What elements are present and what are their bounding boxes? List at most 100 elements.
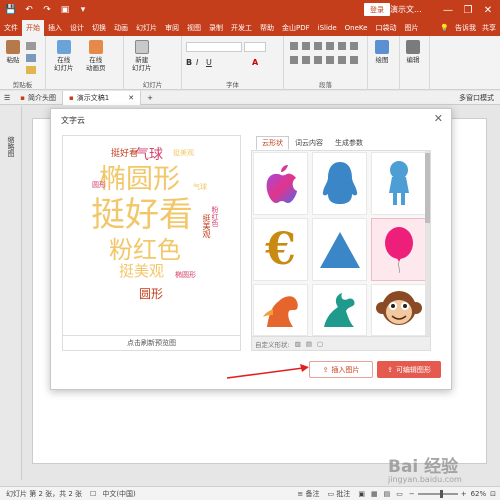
menu-tab[interactable]: 审阅 bbox=[161, 20, 183, 36]
minimize-button[interactable]: — bbox=[440, 2, 456, 18]
menu-tab[interactable]: 图片 bbox=[400, 20, 422, 36]
shape-monkey[interactable] bbox=[371, 284, 426, 336]
new-tab-icon[interactable]: + bbox=[141, 94, 159, 102]
girl-silhouette-icon bbox=[388, 160, 409, 205]
zoom-in-icon[interactable]: + bbox=[461, 490, 467, 498]
save-icon[interactable]: 💾 bbox=[4, 3, 18, 17]
edit-button[interactable]: 编辑 bbox=[406, 40, 420, 64]
normal-view-icon[interactable]: ▣ bbox=[358, 490, 365, 498]
balloon-icon bbox=[384, 226, 413, 273]
word-cloud-word: 圆形 bbox=[92, 181, 106, 189]
redo-icon[interactable]: ↷ bbox=[40, 3, 54, 17]
tab-close-icon[interactable]: ✕ bbox=[128, 94, 134, 102]
reading-view-icon[interactable]: ▤ bbox=[384, 490, 391, 498]
format-painter-icon[interactable] bbox=[26, 66, 36, 74]
shape-pegasus[interactable] bbox=[312, 284, 367, 336]
restore-button[interactable]: ❐ bbox=[460, 2, 476, 18]
shape-gallery-scroll-thumb[interactable] bbox=[425, 153, 430, 223]
word-cloud-word: 挺美观 bbox=[202, 214, 211, 238]
shape-horse[interactable] bbox=[253, 284, 308, 336]
menu-tab[interactable]: 幻灯片 bbox=[132, 20, 161, 36]
status-bar: 幻灯片 第 2 张，共 2 张 ☐ 中文(中国) ≡ 备注 ▭ 批注 ▣ ▦ ▤… bbox=[0, 486, 500, 500]
dialog-tabs: 云形状 词云内容 生成参数 bbox=[256, 136, 369, 150]
login-button[interactable]: 登录 bbox=[364, 3, 390, 16]
menu-tab[interactable]: iSlide bbox=[314, 20, 341, 36]
menu-tab[interactable]: 插入 bbox=[44, 20, 66, 36]
menu-tab[interactable]: 切换 bbox=[88, 20, 110, 36]
online-animation-icon bbox=[88, 40, 103, 54]
window-title: 演示文... bbox=[390, 5, 422, 14]
insert-icon: ⇪ bbox=[322, 365, 329, 374]
online-slides-button[interactable]: 在线 幻灯片 bbox=[54, 40, 74, 72]
shape-apple[interactable] bbox=[253, 152, 308, 215]
new-slide-button[interactable]: 新建 幻灯片 bbox=[132, 40, 152, 72]
notes-button[interactable]: ≡ 备注 bbox=[297, 489, 319, 499]
menu-tab[interactable]: 设计 bbox=[66, 20, 88, 36]
title-bar: 💾 ↶ ↷ ▣ ▾ 登录 演示文... — ❐ ✕ bbox=[0, 0, 500, 20]
clipboard-group: 粘贴 剪贴板 bbox=[0, 36, 46, 90]
online-animation-button[interactable]: 在线 动画页 bbox=[86, 40, 106, 72]
font-name-select[interactable] bbox=[186, 42, 242, 52]
word-cloud-word: 圆形 bbox=[139, 287, 164, 301]
menu-tab[interactable]: 动画 bbox=[110, 20, 132, 36]
dialog-close-icon[interactable]: ✕ bbox=[434, 112, 443, 125]
language-indicator[interactable]: 中文(中国) bbox=[102, 489, 135, 499]
menu-tab[interactable]: 口袋动 bbox=[371, 20, 400, 36]
tab-cloud-shape[interactable]: 云形状 bbox=[256, 136, 289, 150]
image-upload-icon[interactable]: ▨ bbox=[295, 340, 301, 348]
tab-cloud-content[interactable]: 词云内容 bbox=[289, 136, 329, 150]
shape-balloon[interactable] bbox=[371, 218, 426, 281]
menu-tab[interactable]: 金山PDF bbox=[278, 20, 314, 36]
doc-tabs-menu-icon[interactable]: ☰ bbox=[0, 94, 14, 102]
comments-button[interactable]: ▭ 批注 bbox=[327, 489, 350, 499]
menu-tab[interactable]: OneKe bbox=[341, 20, 372, 36]
menu-tab[interactable]: 视图 bbox=[183, 20, 205, 36]
shape-penguin[interactable] bbox=[312, 152, 367, 215]
text-shape-icon[interactable]: ▤ bbox=[306, 340, 312, 348]
zoom-out-icon[interactable]: − bbox=[409, 490, 415, 498]
multi-window-toggle[interactable]: 多窗口模式 bbox=[459, 93, 500, 103]
font-color-icon[interactable]: A bbox=[252, 58, 258, 67]
list-icons[interactable] bbox=[290, 42, 360, 50]
editable-shape-button[interactable]: ⇪ 可编辑图形 bbox=[377, 361, 441, 378]
paste-button[interactable]: 粘贴 bbox=[6, 40, 20, 64]
sorter-view-icon[interactable]: ▦ bbox=[371, 490, 378, 498]
italic-icon[interactable]: I bbox=[196, 58, 198, 67]
slideshow-icon[interactable]: ▭ bbox=[396, 490, 403, 498]
word-cloud-word: 粉红色 bbox=[211, 206, 219, 227]
shape-euro[interactable]: € bbox=[253, 218, 308, 281]
doc-tab-active[interactable]: ▪ 演示文稿1 ✕ bbox=[63, 90, 142, 105]
font-size-select[interactable] bbox=[244, 42, 266, 52]
pegasus-icon bbox=[323, 293, 355, 327]
undo-icon[interactable]: ↶ bbox=[22, 3, 36, 17]
clear-shape-icon[interactable]: ▢ bbox=[317, 340, 323, 348]
menu-tab[interactable]: 开发工 bbox=[227, 20, 256, 36]
menu-tab[interactable]: 录制 bbox=[205, 20, 227, 36]
menu-tab[interactable]: 开始 bbox=[22, 20, 44, 36]
word-cloud-word: 气球 bbox=[193, 183, 207, 191]
copy-icon[interactable] bbox=[26, 54, 36, 62]
spellcheck-icon[interactable]: ☐ bbox=[90, 490, 96, 498]
tell-me-box[interactable]: 告诉我 bbox=[455, 23, 476, 33]
menu-tab[interactable]: 文件 bbox=[0, 20, 22, 36]
zoom-slider[interactable] bbox=[417, 489, 458, 498]
insert-image-button[interactable]: ⇪ 插入图片 bbox=[309, 361, 373, 378]
underline-icon[interactable]: U bbox=[206, 58, 212, 67]
customize-icon[interactable]: ▾ bbox=[76, 3, 90, 17]
zoom-level[interactable]: 62% bbox=[471, 490, 487, 498]
shape-girl[interactable] bbox=[371, 152, 426, 215]
present-icon[interactable]: ▣ bbox=[58, 3, 72, 17]
bold-icon[interactable]: B bbox=[186, 58, 192, 67]
search-icon bbox=[406, 40, 420, 54]
doc-tab[interactable]: ▪ 简介头图 bbox=[14, 90, 64, 105]
tab-generate-params[interactable]: 生成参数 bbox=[329, 136, 369, 150]
shape-triangle[interactable] bbox=[312, 218, 367, 281]
align-icons[interactable] bbox=[290, 56, 360, 64]
fit-slide-icon[interactable]: ⊡ bbox=[490, 490, 496, 498]
close-window-button[interactable]: ✕ bbox=[480, 2, 496, 18]
menu-tab[interactable]: 帮助 bbox=[256, 20, 278, 36]
cut-icon[interactable] bbox=[26, 42, 36, 50]
share-button[interactable]: 共享 bbox=[482, 23, 496, 33]
refresh-preview-button[interactable]: 点击刷新预览图 bbox=[62, 335, 241, 351]
draw-button[interactable]: 绘图 bbox=[375, 40, 389, 64]
